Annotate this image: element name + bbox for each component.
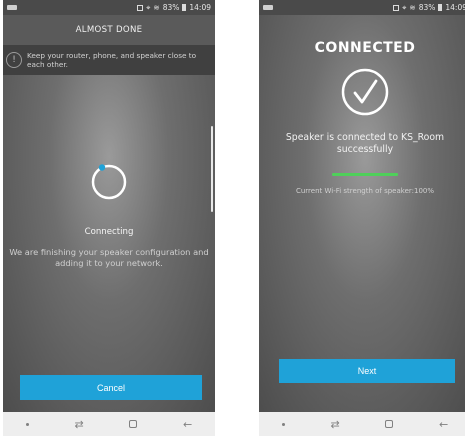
nfc-icon — [393, 4, 400, 11]
battery-percent: 83% — [418, 3, 436, 12]
clock: 14:09 — [445, 3, 465, 12]
next-button[interactable]: Next — [279, 359, 455, 383]
back-icon[interactable]: ← — [183, 418, 192, 431]
location-icon: ⌖ — [402, 2, 407, 12]
info-icon: ! — [6, 52, 22, 68]
cancel-button[interactable]: Cancel — [20, 375, 202, 400]
connection-success-message: Speaker is connected to KS_Room successf… — [285, 132, 445, 155]
notification-icon — [263, 5, 273, 10]
battery-icon — [182, 4, 187, 11]
location-icon: ⌖ — [146, 2, 151, 12]
app-screen: ⌖ ≋ 83% 14:09 CONNECTED Speaker is conne… — [259, 0, 465, 412]
status-bar: ⌖ ≋ 83% 14:09 — [3, 0, 215, 15]
page-title: CONNECTED — [314, 40, 416, 56]
recent-apps-icon[interactable]: ⇄ — [74, 418, 83, 431]
back-icon[interactable]: ← — [439, 418, 448, 431]
android-nav-bar: ⇄ ← — [259, 412, 465, 436]
loading-spinner-icon — [91, 164, 127, 200]
clock: 14:09 — [189, 3, 211, 12]
notice-banner: ! Keep your router, phone, and speaker c… — [3, 45, 215, 75]
scrollbar[interactable] — [211, 126, 213, 212]
status-indicators: ⌖ ≋ 83% 14:09 — [393, 3, 465, 13]
page-title: ALMOST DONE — [75, 25, 143, 35]
status-indicators: ⌖ ≋ 83% 14:09 — [137, 3, 211, 13]
checkmark-circle-icon — [341, 68, 389, 116]
wifi-signal-icon: ≋ — [409, 3, 416, 12]
page-title-bar: ALMOST DONE — [3, 15, 215, 45]
android-nav-bar: ⇄ ← — [3, 412, 215, 436]
notice-text: Keep your router, phone, and speaker clo… — [27, 51, 197, 69]
home-icon[interactable] — [129, 420, 138, 428]
phone-screen-almost-done: ⌖ ≋ 83% 14:09 ALMOST DONE ! Keep your ro… — [3, 0, 215, 436]
nfc-icon — [137, 4, 144, 11]
app-screen: ⌖ ≋ 83% 14:09 ALMOST DONE ! Keep your ro… — [3, 0, 215, 412]
wifi-strength-label: Current Wi-Fi strength of speaker:100% — [295, 187, 435, 195]
nav-dot-icon[interactable] — [25, 422, 29, 426]
configuration-description: We are finishing your speaker configurat… — [9, 247, 209, 268]
home-icon[interactable] — [385, 420, 394, 428]
notification-icon — [7, 5, 17, 10]
wifi-strength-bar — [332, 173, 398, 176]
recent-apps-icon[interactable]: ⇄ — [330, 418, 339, 431]
connecting-label: Connecting — [84, 227, 134, 237]
battery-percent: 83% — [162, 3, 180, 12]
nav-dot-icon[interactable] — [281, 422, 285, 426]
phone-screen-connected: ⌖ ≋ 83% 14:09 CONNECTED Speaker is conne… — [259, 0, 465, 436]
battery-icon — [438, 4, 443, 11]
wifi-signal-icon: ≋ — [153, 3, 160, 12]
status-bar: ⌖ ≋ 83% 14:09 — [259, 0, 465, 15]
